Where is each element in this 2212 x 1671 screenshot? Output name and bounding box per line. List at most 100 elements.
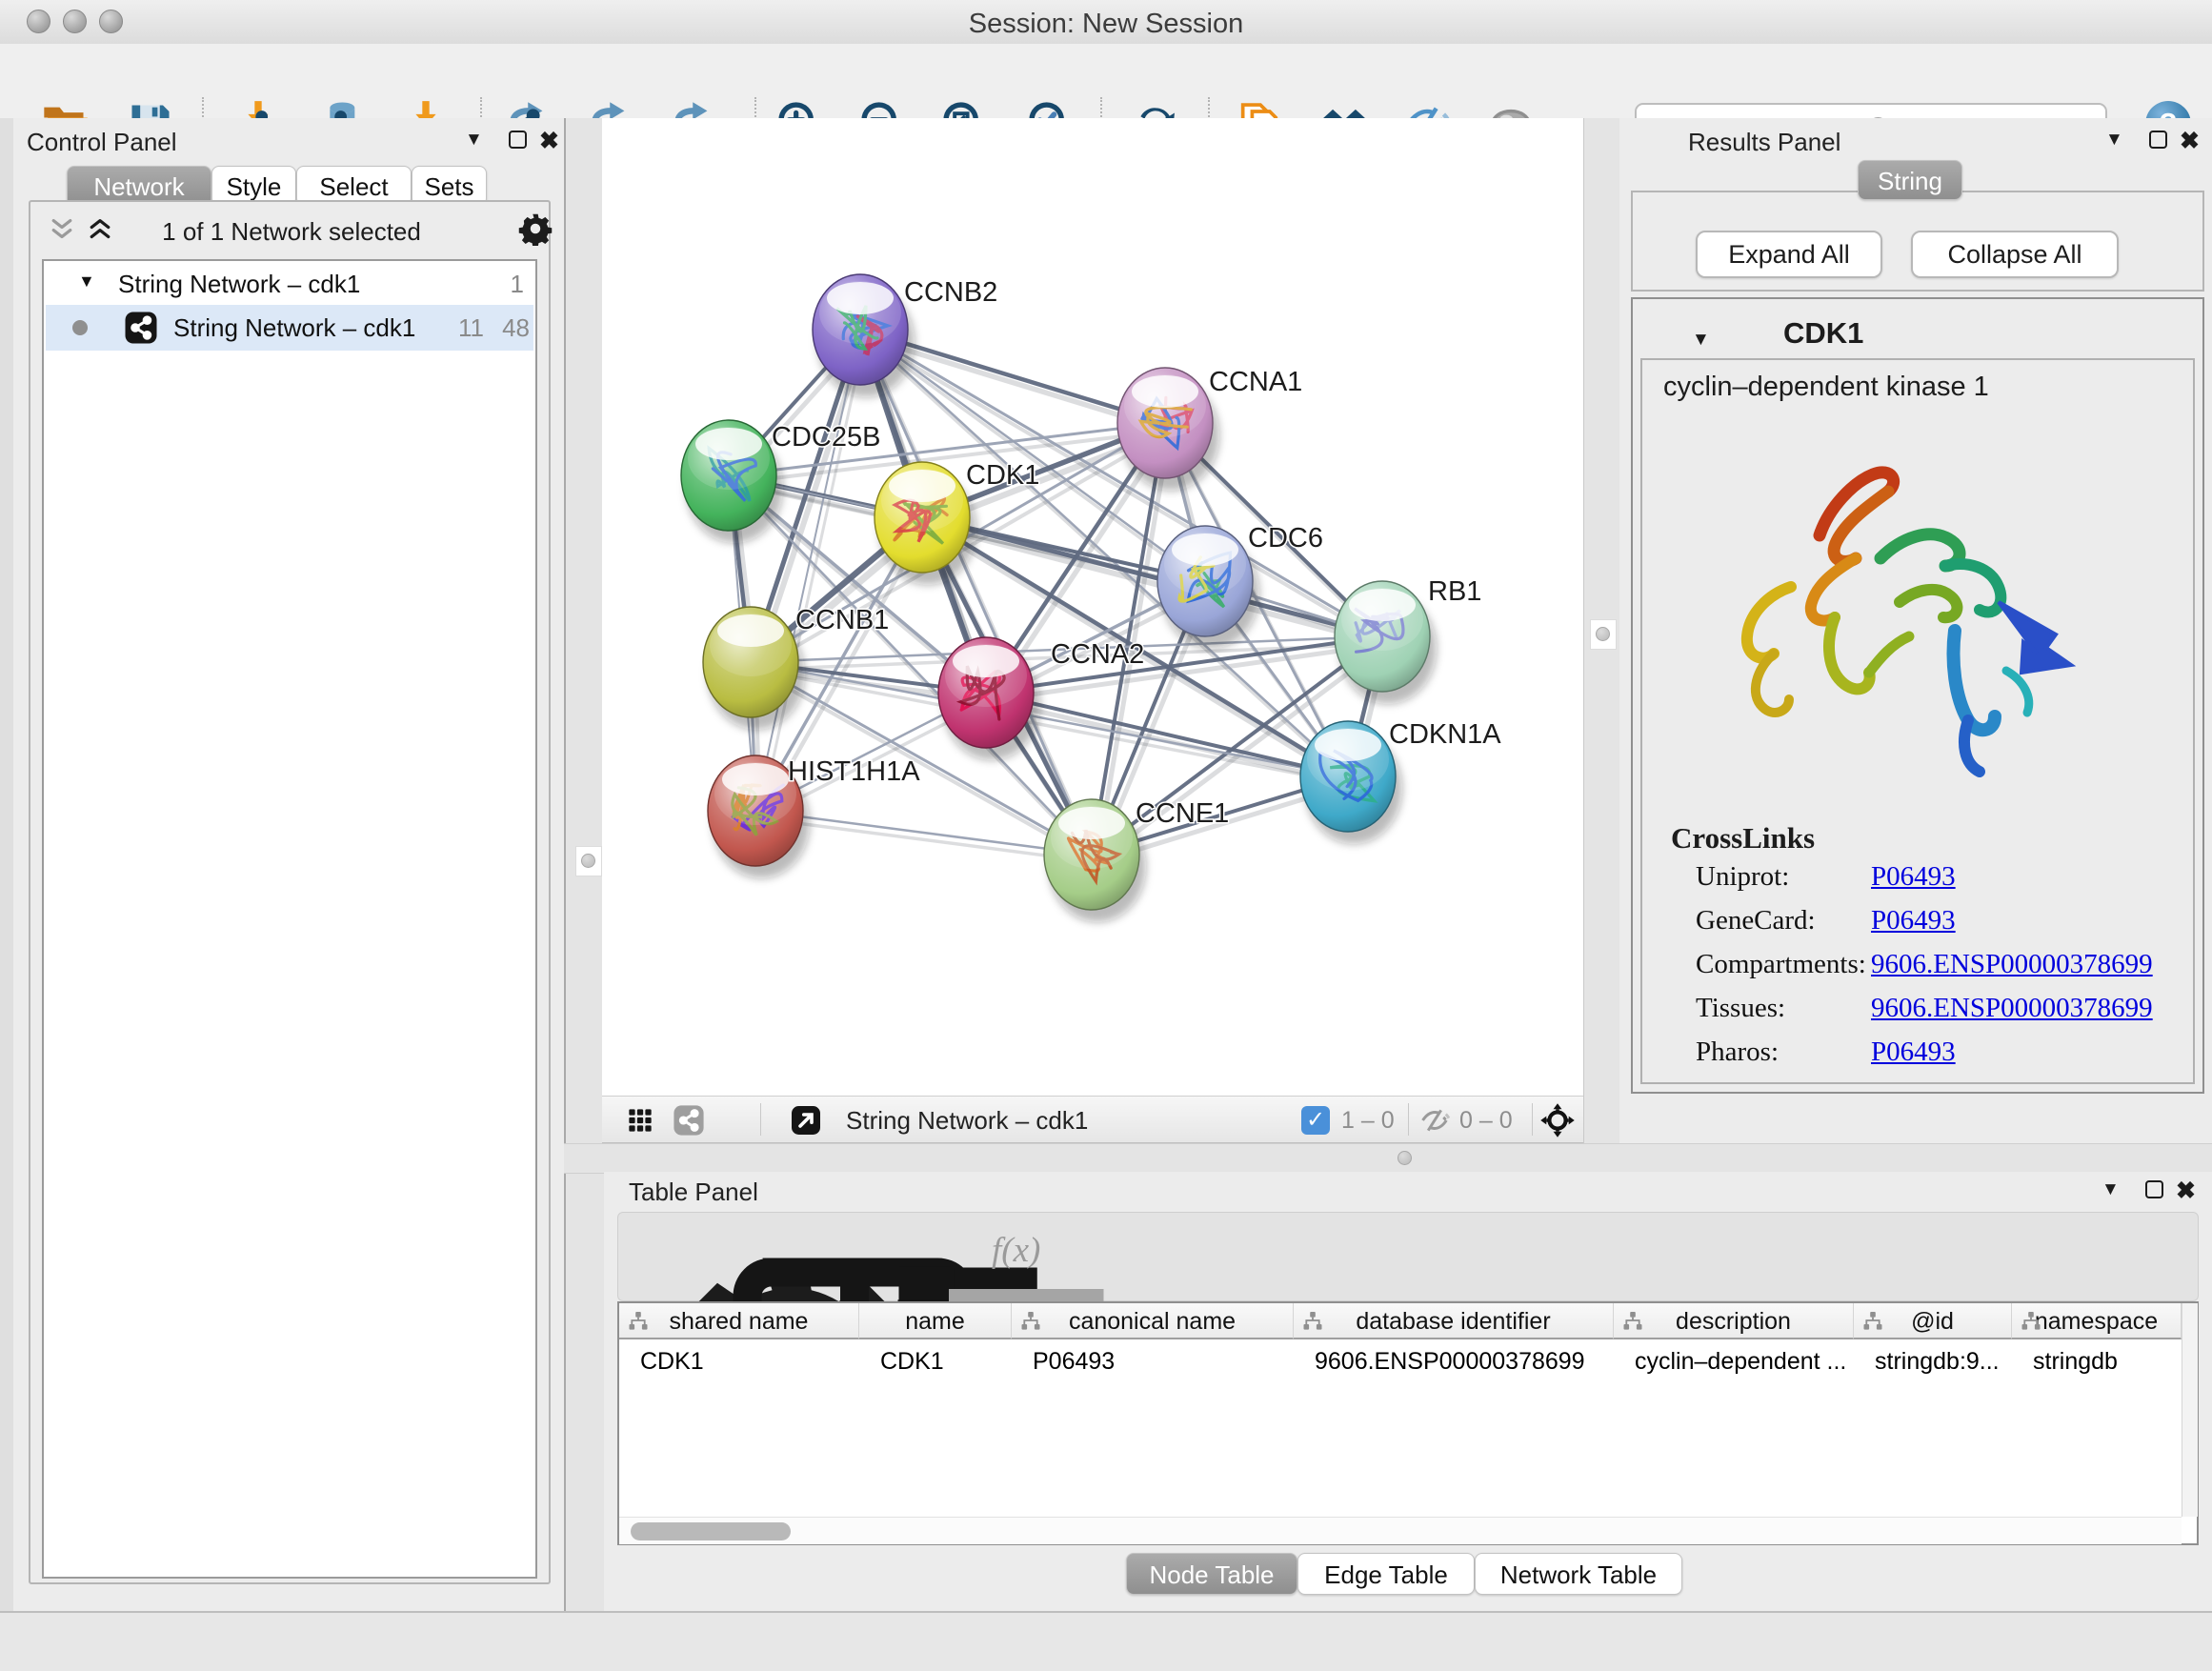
- left-splitter-handle[interactable]: [575, 846, 602, 876]
- eye-slash-icon[interactable]: [1419, 1104, 1452, 1137]
- column-header-description[interactable]: description: [1614, 1303, 1854, 1339]
- network-tree: ▼ String Network – cdk1 1 String Network…: [42, 259, 537, 1579]
- table-cell[interactable]: stringdb: [2033, 1341, 2174, 1381]
- table-cell[interactable]: 9606.ENSP00000378699: [1315, 1341, 1606, 1381]
- string-network-badge-icon: [124, 311, 158, 345]
- control-panel-menu-icon[interactable]: ▼: [465, 130, 483, 151]
- table-panel-close-icon[interactable]: ✖: [2176, 1177, 2196, 1205]
- network-node-CDKN1A[interactable]: [1300, 721, 1402, 844]
- network-collection-row[interactable]: ▼ String Network – cdk1 1: [46, 263, 533, 305]
- bottom-splitter[interactable]: [564, 1143, 2212, 1174]
- collection-count: 1: [482, 270, 524, 299]
- column-header-@id[interactable]: @id: [1854, 1303, 2012, 1339]
- network-node-count: 11: [446, 313, 484, 343]
- control-panel-close-icon[interactable]: ✖: [539, 127, 559, 155]
- results-panel-close-icon[interactable]: ✖: [2180, 127, 2200, 155]
- crosslinks-title: CrossLinks: [1671, 821, 1815, 856]
- gene-description: cyclin–dependent kinase 1: [1663, 372, 1989, 403]
- table-hscroll-thumb[interactable]: [631, 1522, 791, 1540]
- network-row-label: String Network – cdk1: [173, 313, 415, 343]
- network-selection-summary: 1 of 1 Network selected: [30, 217, 553, 247]
- tab-node-table[interactable]: Node Table: [1126, 1553, 1297, 1595]
- column-header-canonical-name[interactable]: canonical name: [1012, 1303, 1294, 1339]
- table-hscroll[interactable]: [619, 1517, 2182, 1544]
- crosslink-link-genecard[interactable]: P06493: [1871, 905, 1956, 936]
- network-node-CCNE1[interactable]: [1044, 799, 1146, 922]
- node-label-CDC6: CDC6: [1248, 523, 1323, 554]
- tree-column-icon: [1301, 1310, 1324, 1333]
- grid-view-icon[interactable]: [627, 1107, 654, 1134]
- network-edge-count: 48: [492, 313, 530, 343]
- network-view-toolbar: String Network – cdk1 ✓ 1 – 0 0 – 0: [602, 1096, 1583, 1143]
- table-cell[interactable]: CDK1: [880, 1341, 1004, 1381]
- results-panel-float-icon[interactable]: [2149, 131, 2167, 149]
- column-header-name[interactable]: name: [859, 1303, 1012, 1339]
- node-label-CCNB1: CCNB1: [795, 605, 889, 635]
- window-edge-strip: [0, 118, 14, 1611]
- node-label-CDK1: CDK1: [966, 460, 1039, 491]
- crosslink-label: Tissues:: [1696, 993, 1785, 1024]
- crosslink-label: Uniprot:: [1696, 861, 1789, 893]
- collapse-triangle-icon[interactable]: ▼: [78, 272, 95, 292]
- column-header-database-identifier[interactable]: database identifier: [1294, 1303, 1614, 1339]
- node-label-CCNB2: CCNB2: [904, 277, 997, 308]
- right-splitter-handle[interactable]: [1590, 619, 1617, 650]
- network-row-selected[interactable]: String Network – cdk1 11 48: [46, 305, 533, 351]
- tree-column-icon: [1019, 1310, 1042, 1333]
- column-header-shared-name[interactable]: shared name: [619, 1303, 859, 1339]
- gene-detail-box: cyclin–dependent kinase 1 CrossLinks: [1640, 358, 2195, 1084]
- crosshair-icon[interactable]: [1539, 1102, 1576, 1138]
- table-panel-menu-icon[interactable]: ▼: [2101, 1179, 2120, 1200]
- tree-column-icon: [1861, 1310, 1884, 1333]
- tab-network-table[interactable]: Network Table: [1475, 1553, 1682, 1595]
- detach-view-icon[interactable]: [789, 1103, 823, 1137]
- table-vscroll[interactable]: [2182, 1303, 2198, 1517]
- cytoscape-window: Session: New Session ? Control Panel ▼ ✖…: [0, 0, 2212, 1671]
- function-builder-icon: f(x): [992, 1230, 1040, 1271]
- tab-string[interactable]: String: [1858, 160, 1962, 200]
- table-panel-float-icon[interactable]: [2145, 1180, 2163, 1198]
- window-title: Session: New Session: [0, 9, 2212, 40]
- crosslink-link-uniprot[interactable]: P06493: [1871, 861, 1956, 893]
- table-toolbar: f(x): [617, 1212, 2199, 1301]
- share-view-icon[interactable]: [673, 1104, 705, 1137]
- table-cell[interactable]: P06493: [1033, 1341, 1286, 1381]
- crosslink-link-tissues[interactable]: 9606.ENSP00000378699: [1871, 993, 2153, 1024]
- collapse-all-button[interactable]: Collapse All: [1911, 231, 2119, 278]
- node-label-CCNA1: CCNA1: [1209, 367, 1302, 397]
- network-view-title: String Network – cdk1: [846, 1106, 1088, 1136]
- crosslink-link-compartments[interactable]: 9606.ENSP00000378699: [1871, 949, 2153, 980]
- table-cell[interactable]: cyclin–dependent ...: [1635, 1341, 1846, 1381]
- protein-structure-image: [1677, 415, 2105, 787]
- node-label-CDC25B: CDC25B: [772, 422, 880, 453]
- table-cell[interactable]: CDK1: [640, 1341, 852, 1381]
- tree-column-icon: [627, 1310, 650, 1333]
- tree-column-icon: [2020, 1310, 2042, 1333]
- bottom-splitter-handle[interactable]: [1398, 1151, 1412, 1165]
- results-panel-menu-icon[interactable]: ▼: [2105, 130, 2123, 151]
- network-node-CDC25B[interactable]: [681, 420, 783, 543]
- titlebar: Session: New Session: [0, 0, 2212, 45]
- network-node-RB1[interactable]: [1335, 581, 1437, 704]
- network-options-gear-icon[interactable]: [518, 211, 553, 246]
- left-splitter[interactable]: [564, 118, 604, 1611]
- network-node-CCNA2[interactable]: [938, 637, 1040, 760]
- table-cell[interactable]: stringdb:9...: [1875, 1341, 2004, 1381]
- control-panel-title: Control Panel: [27, 128, 177, 157]
- column-header-namespace[interactable]: namespace: [2012, 1303, 2182, 1339]
- node-label-RB1: RB1: [1428, 576, 1481, 607]
- node-label-CCNA2: CCNA2: [1051, 639, 1144, 670]
- network-canvas[interactable]: CCNB2 CCNA1 CDC25B CDK1 CDC6 RB1 CCNB1 CCNA2 CDK…: [602, 118, 1583, 1096]
- gene-name: CDK1: [1783, 316, 1863, 351]
- tab-edge-table[interactable]: Edge Table: [1297, 1553, 1475, 1595]
- network-node-CDK1[interactable]: [875, 462, 976, 585]
- control-panel-float-icon[interactable]: [509, 131, 527, 149]
- expand-all-button[interactable]: Expand All: [1696, 231, 1882, 278]
- entry-collapse-triangle-icon[interactable]: ▼: [1692, 330, 1710, 351]
- right-splitter[interactable]: [1583, 118, 1622, 1143]
- network-node-CDC6[interactable]: [1157, 526, 1259, 649]
- node-label-HIST1H1A: HIST1H1A: [788, 756, 920, 787]
- node-label-CDKN1A: CDKN1A: [1389, 719, 1501, 750]
- crosslink-link-pharos[interactable]: P06493: [1871, 1037, 1956, 1068]
- selected-checkbox-icon[interactable]: ✓: [1301, 1106, 1330, 1135]
